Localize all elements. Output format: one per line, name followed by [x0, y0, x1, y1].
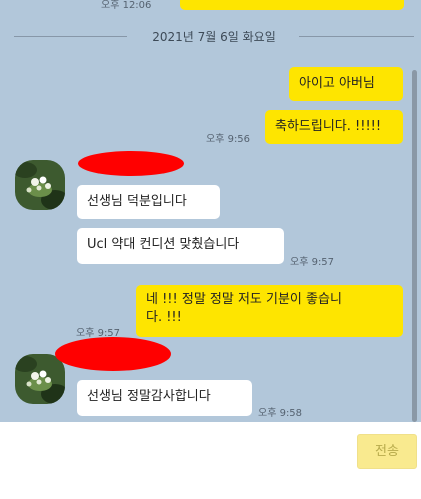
send-button[interactable]: 전송 [357, 434, 417, 469]
message-time: 오후 9:57 [290, 257, 335, 268]
message-bubble-partial [180, 0, 404, 10]
message-text-line: 다. !!! [146, 310, 182, 325]
message-bubble-other[interactable]: 선생님 덕분입니다 [77, 185, 220, 219]
date-separator-line [299, 36, 414, 37]
profile-photo-icon [15, 160, 65, 210]
message-bubble-mine[interactable]: 네 !!! 정말 정말 저도 기분이 좋습니 다. !!! [136, 285, 403, 337]
redacted-sender-name [55, 337, 171, 371]
chat-area[interactable]: 오후 12:06 2021년 7월 6일 화요일 아이고 아버님 축하드립니다.… [0, 0, 421, 422]
scrollbar[interactable] [412, 70, 417, 422]
profile-photo-icon [15, 354, 65, 404]
message-time: 오후 9:58 [258, 408, 303, 419]
message-time: 오후 9:56 [206, 134, 251, 145]
date-separator: 2021년 7월 6일 화요일 [14, 26, 414, 46]
message-bubble-other[interactable]: 선생님 정말감사합니다 [77, 380, 252, 416]
redacted-sender-name [78, 151, 184, 176]
message-bubble-mine[interactable]: 축하드립니다. !!!!! [265, 110, 403, 144]
message-bubble-mine[interactable]: 아이고 아버님 [289, 67, 403, 101]
message-time: 오후 12:06 [101, 0, 152, 11]
message-bubble-other[interactable]: Ucl 약대 컨디션 맞췄습니다 [77, 228, 284, 264]
avatar[interactable] [15, 354, 65, 404]
avatar[interactable] [15, 160, 65, 210]
message-text-line: 네 !!! 정말 정말 저도 기분이 좋습니 [146, 292, 342, 307]
